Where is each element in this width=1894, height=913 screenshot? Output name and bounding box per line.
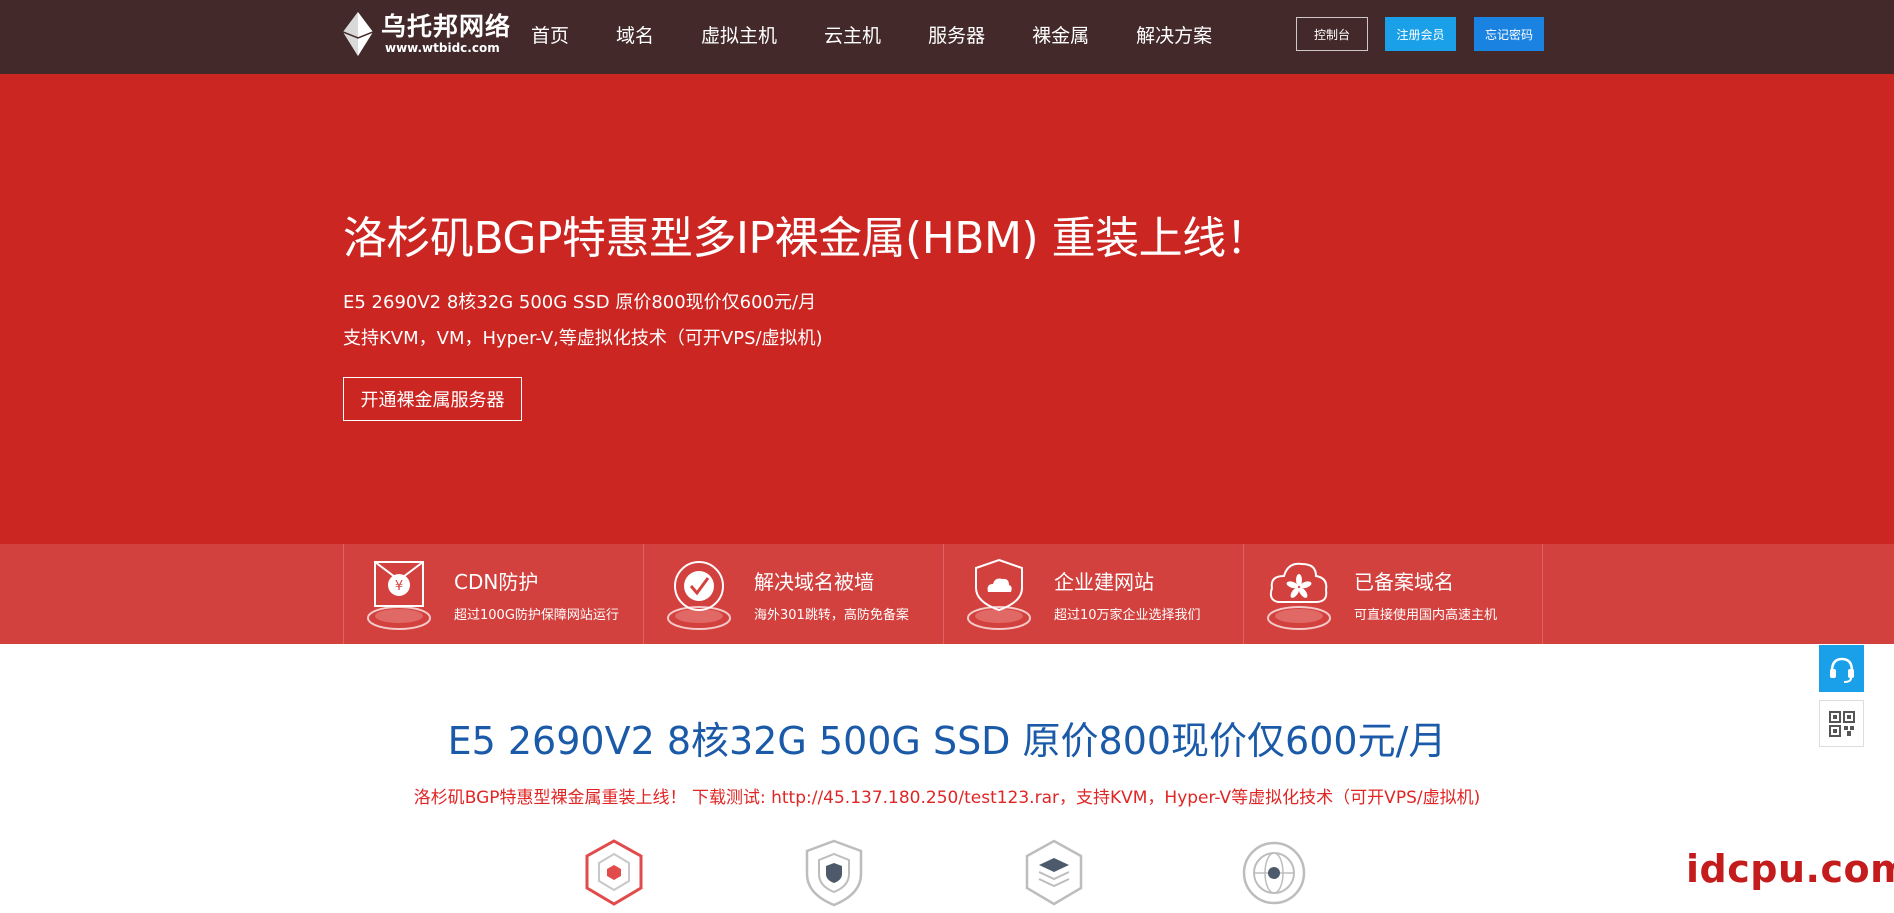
watermark: idcpu.com	[1686, 847, 1894, 891]
nav-server[interactable]: 服务器	[928, 21, 985, 48]
product-subtitle: 洛杉矶BGP特惠型裸金属重装上线！ 下载测试: http://45.137.18…	[413, 788, 1481, 808]
feature-title: 已备案域名	[1354, 570, 1454, 594]
feature-desc: 超过10万家企业选择我们	[1054, 608, 1201, 623]
feature-title: 解决域名被墙	[754, 570, 874, 594]
feature-desc: 可直接使用国内高速主机	[1354, 608, 1498, 623]
nav-bare-metal[interactable]: 裸金属	[1032, 21, 1089, 48]
feature-domain-unblock[interactable]: 解决域名被墙 海外301跳转，高防免备案	[643, 544, 943, 644]
hero-price-line: E5 2690V2 8核32G 500G SSD 原价800现价仅600元/月	[343, 292, 817, 313]
customer-support-button[interactable]	[1819, 645, 1864, 692]
feature-desc: 海外301跳转，高防免备案	[754, 608, 909, 623]
feature-registered-domain[interactable]: 已备案域名 可直接使用国内高速主机	[1243, 544, 1543, 644]
nav-cloud-host[interactable]: 云主机	[824, 21, 881, 48]
nav-domain[interactable]: 域名	[616, 21, 654, 48]
shield-icon	[805, 839, 863, 907]
feature-website[interactable]: 企业建网站 超过10万家企业选择我们	[943, 544, 1243, 644]
cloud-shield-icon	[967, 558, 1031, 630]
logo-name: 乌托邦网络	[381, 12, 512, 41]
top-header: 乌托邦网络 www.wtbidc.com 首页 域名 虚拟主机 云主机 服务器 …	[0, 0, 1894, 74]
hero-banner: 洛杉矶BGP特惠型多IP裸金属(HBM) 重装上线！ E5 2690V2 8核3…	[0, 74, 1894, 544]
globe-icon	[1242, 841, 1306, 905]
hero-virtualization-line: 支持KVM，VM，Hyper-V,等虚拟化技术（可开VPS/虚拟机)	[343, 328, 823, 349]
product-title: E5 2690V2 8核32G 500G SSD 原价800现价仅600元/月	[447, 719, 1447, 763]
hero-title: 洛杉矶BGP特惠型多IP裸金属(HBM) 重装上线！	[343, 213, 1270, 264]
feature-title: CDN防护	[454, 570, 539, 594]
forgot-password-button[interactable]: 忘记密码	[1474, 17, 1544, 51]
main-nav: 首页 域名 虚拟主机 云主机 服务器 裸金属 解决方案	[531, 0, 1259, 68]
checkmark-icon	[667, 561, 731, 630]
diamond-logo-icon	[343, 12, 373, 56]
qr-code-button[interactable]	[1819, 700, 1864, 747]
layers-icon	[1025, 839, 1083, 906]
nav-solutions[interactable]: 解决方案	[1136, 21, 1212, 48]
logo-url: www.wtbidc.com	[385, 41, 500, 55]
feature-strip: ¥ CDN防护 超过100G防护保障网站运行 解决域名被墙 海外301跳转，高防…	[0, 544, 1894, 644]
bauhinia-cloud-icon	[1267, 562, 1331, 630]
nav-home[interactable]: 首页	[531, 21, 569, 48]
yuan-envelope-icon: ¥	[367, 561, 431, 630]
console-button[interactable]: 控制台	[1296, 17, 1368, 51]
open-bare-metal-button[interactable]: 开通裸金属服务器	[343, 377, 522, 421]
qr-code-icon	[1828, 710, 1855, 737]
feature-desc: 超过100G防护保障网站运行	[454, 608, 619, 623]
headset-icon	[1829, 657, 1854, 683]
logo[interactable]: 乌托邦网络 www.wtbidc.com	[343, 12, 511, 56]
feature-cdn[interactable]: ¥ CDN防护 超过100G防护保障网站运行	[343, 544, 643, 644]
feature-title: 企业建网站	[1054, 570, 1154, 594]
svg-text:¥: ¥	[395, 579, 403, 594]
nav-virtual-host[interactable]: 虚拟主机	[701, 21, 777, 48]
hexagon-cube-icon	[585, 839, 643, 906]
register-button[interactable]: 注册会员	[1385, 17, 1456, 51]
